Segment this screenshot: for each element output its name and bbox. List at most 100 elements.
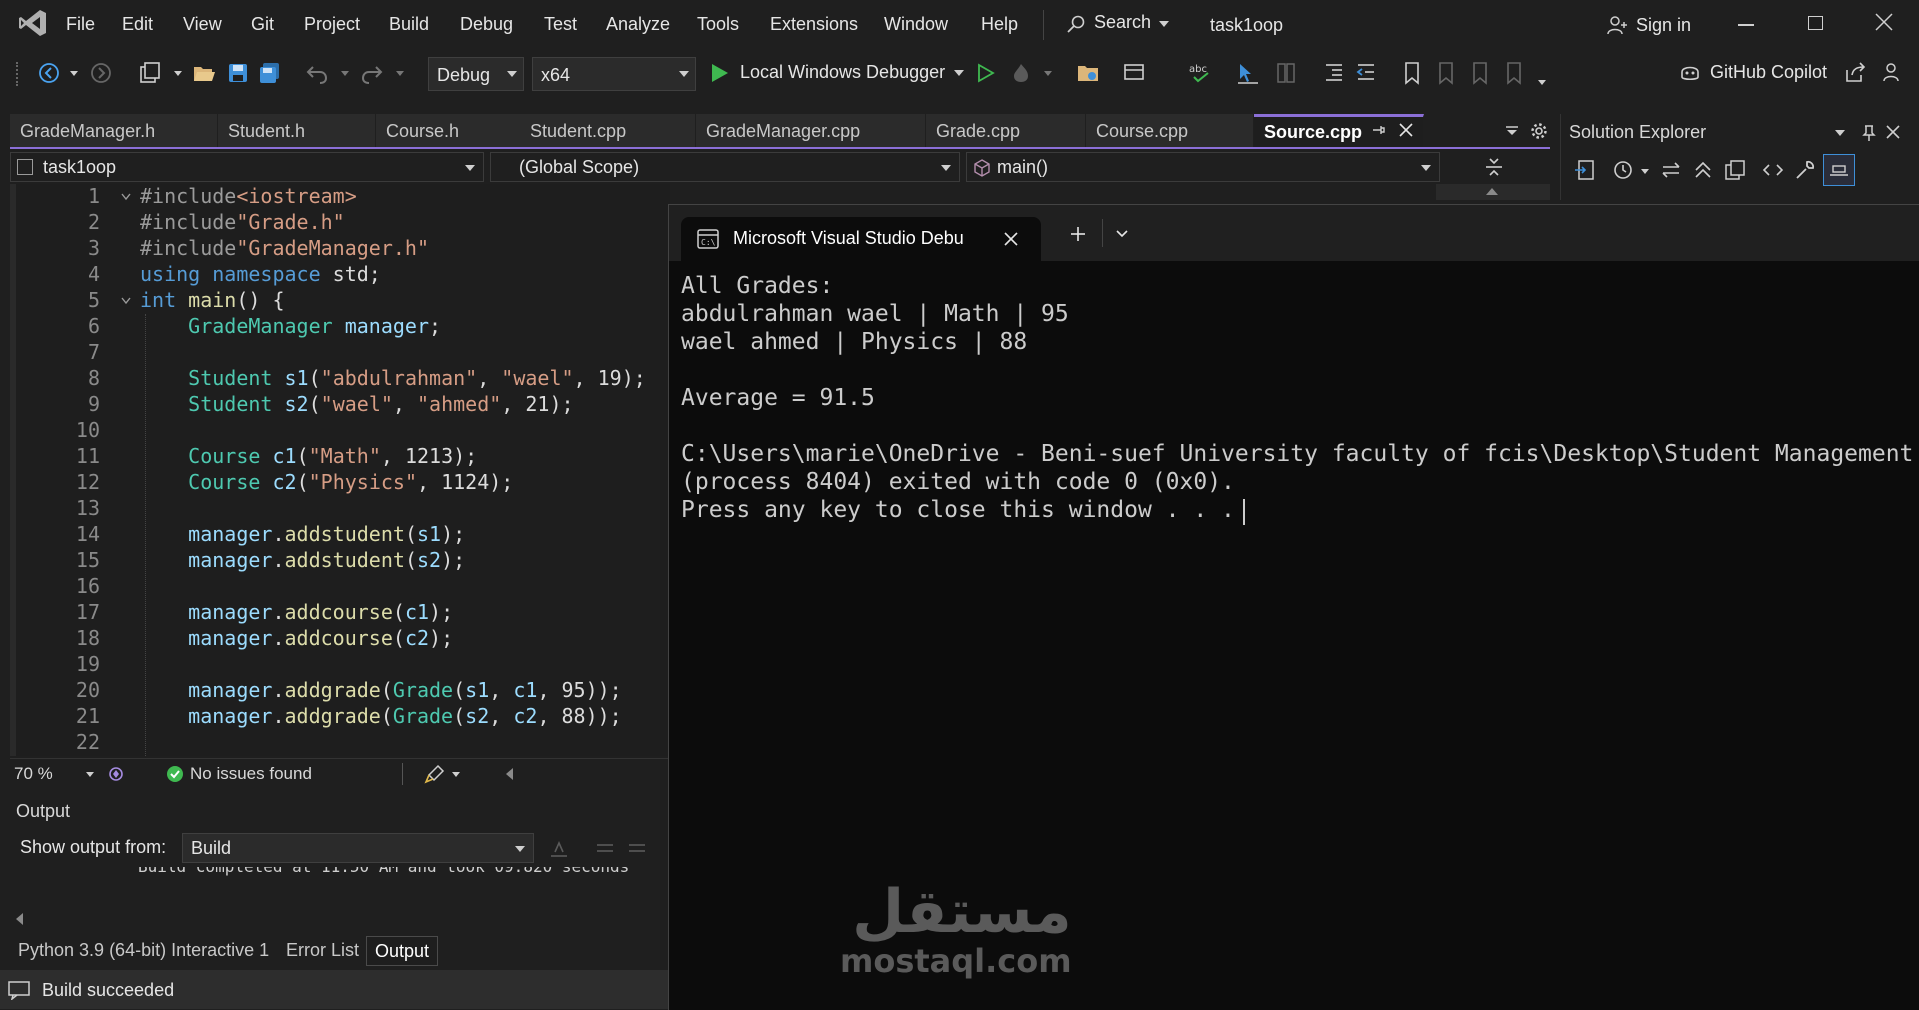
- output-scroll-left-icon[interactable]: [16, 913, 23, 925]
- intellicode-icon[interactable]: [106, 764, 126, 784]
- next-bookmark-icon[interactable]: [1470, 61, 1490, 85]
- history-dropdown-icon[interactable]: [1641, 169, 1649, 174]
- new-dropdown-icon[interactable]: [174, 71, 182, 76]
- split-editor-icon[interactable]: [1484, 156, 1504, 178]
- tab-error-list[interactable]: Error List: [278, 936, 367, 966]
- menu-edit[interactable]: Edit: [122, 14, 153, 35]
- tab-dropdown-chevron-icon[interactable]: [1115, 229, 1129, 239]
- folder-view-icon[interactable]: [1076, 61, 1100, 85]
- run-dropdown-icon[interactable]: [954, 70, 964, 76]
- run-play-icon[interactable]: [708, 62, 730, 84]
- share-icon[interactable]: [1844, 61, 1866, 83]
- toolbar-overflow-icon[interactable]: [1538, 80, 1546, 85]
- tab-list-dropdown-icon[interactable]: [1505, 124, 1519, 138]
- feedback-person-icon[interactable]: [1882, 61, 1904, 83]
- scroll-up-icon[interactable]: [1486, 188, 1498, 195]
- toolbar-grip[interactable]: [16, 62, 22, 86]
- undo-dropdown-icon[interactable]: [341, 71, 349, 76]
- issues-status[interactable]: No issues found: [190, 764, 312, 784]
- sync-with-document-icon[interactable]: [1573, 158, 1597, 182]
- open-folder-icon[interactable]: [192, 61, 216, 85]
- show-all-files-icon[interactable]: [1723, 158, 1747, 182]
- menu-extensions[interactable]: Extensions: [770, 14, 858, 35]
- menu-file[interactable]: File: [66, 14, 95, 35]
- gear-icon[interactable]: [1530, 122, 1548, 140]
- next-message-icon[interactable]: [626, 837, 648, 859]
- pin-icon[interactable]: [1861, 124, 1877, 142]
- redo-dropdown-icon[interactable]: [396, 71, 404, 76]
- close-window-icon[interactable]: [1874, 12, 1894, 32]
- menu-view[interactable]: View: [183, 14, 222, 35]
- cleanup-dropdown-icon[interactable]: [452, 772, 460, 777]
- tab-grademanager-cpp[interactable]: GradeManager.cpp: [696, 114, 926, 148]
- tab-output[interactable]: Output: [366, 936, 439, 966]
- history-icon[interactable]: [1611, 158, 1635, 182]
- clear-bookmarks-icon[interactable]: [1504, 61, 1524, 85]
- tab-course-cpp[interactable]: Course.cpp: [1086, 114, 1254, 148]
- menu-project[interactable]: Project: [304, 14, 360, 35]
- configuration-select[interactable]: Debug: [428, 57, 524, 91]
- breakpoint-select-icon[interactable]: [1236, 61, 1260, 85]
- outdent-icon[interactable]: [1354, 61, 1378, 85]
- member-select[interactable]: main(): [966, 152, 1440, 182]
- vertical-scrollbar[interactable]: [1436, 184, 1550, 200]
- code-cleanup-brush-icon[interactable]: [424, 763, 446, 785]
- start-without-debugging-icon[interactable]: [974, 62, 996, 84]
- github-copilot-button[interactable]: GitHub Copilot: [1710, 62, 1827, 83]
- tab-python-interactive[interactable]: Python 3.9 (64-bit) Interactive 1: [10, 936, 277, 966]
- prev-bookmark-icon[interactable]: [1436, 61, 1456, 85]
- collapse-all-icon[interactable]: [1691, 158, 1715, 182]
- zoom-level[interactable]: 70 %: [14, 764, 53, 784]
- indent-icon[interactable]: [1322, 61, 1346, 85]
- scroll-left-icon[interactable]: [506, 768, 513, 780]
- columns-icon[interactable]: [1274, 61, 1298, 85]
- menu-tools[interactable]: Tools: [697, 14, 739, 35]
- menu-debug[interactable]: Debug: [460, 14, 513, 35]
- back-dropdown-icon[interactable]: [70, 71, 78, 76]
- zoom-dropdown-icon[interactable]: [86, 772, 94, 777]
- layout-icon[interactable]: [1122, 61, 1146, 85]
- fold-chevron-icon[interactable]: [120, 296, 132, 306]
- new-project-icon[interactable]: [138, 61, 162, 85]
- code-view-icon[interactable]: [1761, 158, 1785, 182]
- spell-check-icon[interactable]: abc: [1188, 61, 1214, 85]
- fold-chevron-icon[interactable]: [120, 192, 132, 202]
- bookmark-icon[interactable]: [1402, 61, 1422, 85]
- run-debugger-button[interactable]: Local Windows Debugger: [740, 62, 945, 83]
- output-source-select[interactable]: Build: [182, 833, 534, 863]
- back-icon[interactable]: [38, 62, 60, 84]
- panel-menu-dropdown-icon[interactable]: [1835, 130, 1845, 136]
- tab-student-cpp[interactable]: Student.cpp: [520, 114, 696, 148]
- preview-selected-items-icon[interactable]: [1823, 154, 1855, 186]
- menu-test[interactable]: Test: [544, 14, 577, 35]
- close-tab-icon[interactable]: [1398, 122, 1414, 138]
- code-editor[interactable]: 1 2 3 4 5 6 7 8 9 10 11 12 13 14 15 16 1…: [10, 184, 670, 756]
- tab-course-h[interactable]: Course.h: [376, 114, 524, 148]
- properties-wrench-icon[interactable]: [1793, 158, 1817, 182]
- menu-analyze[interactable]: Analyze: [606, 14, 670, 35]
- new-tab-plus-icon[interactable]: [1069, 225, 1087, 243]
- find-message-icon[interactable]: [548, 837, 570, 859]
- menu-window[interactable]: Window: [884, 14, 948, 35]
- hot-reload-icon[interactable]: [1010, 62, 1032, 84]
- menu-help[interactable]: Help: [981, 14, 1018, 35]
- pin-tab-icon[interactable]: [1370, 122, 1386, 138]
- restore-icon[interactable]: [1808, 16, 1823, 30]
- copilot-icon[interactable]: [1678, 60, 1702, 84]
- save-all-icon[interactable]: [258, 61, 282, 85]
- forward-icon[interactable]: [90, 62, 112, 84]
- save-icon[interactable]: [226, 61, 250, 85]
- platform-select[interactable]: x64: [532, 57, 696, 91]
- scope-select[interactable]: (Global Scope): [490, 152, 960, 182]
- minimize-icon[interactable]: [1738, 24, 1754, 26]
- close-panel-icon[interactable]: [1885, 124, 1901, 140]
- previous-message-icon[interactable]: [594, 837, 616, 859]
- output-text-area[interactable]: Build completed at 11:50 AM and took 09.…: [10, 867, 670, 879]
- notification-icon[interactable]: [8, 980, 30, 1000]
- project-navigation-select[interactable]: task1oop: [10, 152, 484, 182]
- tab-grade-cpp[interactable]: Grade.cpp: [926, 114, 1086, 148]
- terminal-tab[interactable]: C:\ Microsoft Visual Studio Debu: [681, 217, 1041, 261]
- menu-git[interactable]: Git: [251, 14, 274, 35]
- redo-icon[interactable]: [360, 61, 384, 85]
- visual-studio-logo-icon[interactable]: [18, 8, 48, 38]
